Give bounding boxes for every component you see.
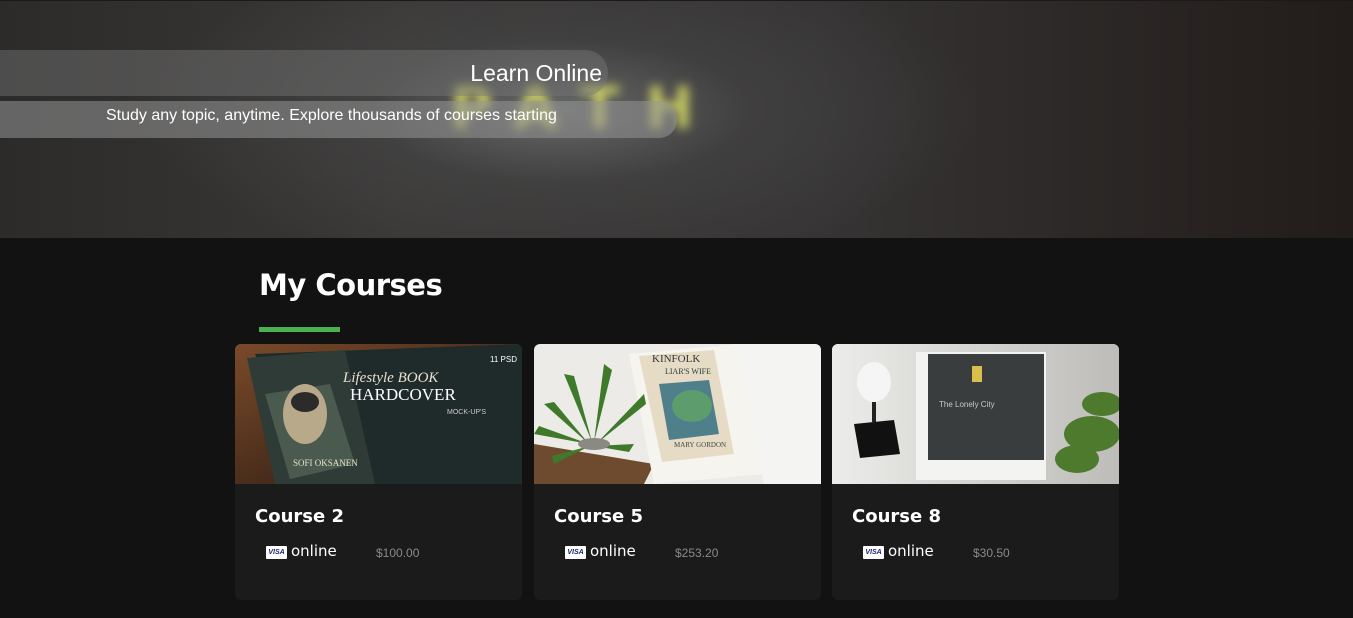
- visa-card-icon: VISA: [266, 546, 287, 559]
- course-thumbnail[interactable]: KINFOLK LIAR'S WIFE MARY GORDON: [534, 344, 821, 484]
- thumb-book-title-text: LIAR'S WIFE: [665, 367, 711, 376]
- section-title: My Courses: [259, 268, 443, 302]
- visa-card-icon: VISA: [863, 546, 884, 559]
- hero-subtitle: Study any topic, anytime. Explore thousa…: [106, 107, 557, 124]
- section-title-underline: [259, 327, 340, 332]
- thumb-author-text: MARY GORDON: [674, 441, 726, 449]
- course-mode: online: [590, 542, 636, 560]
- course-card[interactable]: KINFOLK LIAR'S WIFE MARY GORDON Course 5…: [534, 344, 821, 600]
- course-thumbnail[interactable]: The Lonely City: [832, 344, 1119, 484]
- course-price: $100.00: [376, 546, 420, 560]
- thumb-author-text: SOFI OKSANEN: [293, 458, 358, 468]
- course-price: $253.20: [675, 546, 719, 560]
- course-thumbnail[interactable]: 11 PSD Lifestyle BOOK HARDCOVER MOCK-UP'…: [235, 344, 522, 484]
- course-card[interactable]: The Lonely City Course 8 VISA online $30…: [832, 344, 1119, 600]
- course-name[interactable]: Course 2: [255, 506, 344, 527]
- course-mode: online: [291, 542, 337, 560]
- thumb-psd-text: 11 PSD: [490, 355, 517, 364]
- thumb-top-text: KINFOLK: [652, 353, 700, 365]
- visa-card-icon: VISA: [565, 546, 586, 559]
- thumb-book-title-text: The Lonely City: [939, 400, 995, 409]
- hero-banner: PATH Learn Online Study any topic, anyti…: [0, 0, 1353, 238]
- course-card[interactable]: 11 PSD Lifestyle BOOK HARDCOVER MOCK-UP'…: [235, 344, 522, 600]
- course-mode: online: [888, 542, 934, 560]
- course-name[interactable]: Course 5: [554, 506, 643, 527]
- thumb-line1-text: Lifestyle BOOK: [342, 370, 439, 386]
- thumb-line2-text: HARDCOVER: [350, 385, 456, 404]
- thumb-line3-text: MOCK-UP'S: [447, 409, 486, 416]
- hero-title: Learn Online: [470, 60, 602, 86]
- hero-title-pill: Learn Online: [0, 50, 608, 96]
- course-price: $30.50: [973, 546, 1010, 560]
- hero-subtitle-pill: Study any topic, anytime. Explore thousa…: [0, 101, 677, 138]
- course-name[interactable]: Course 8: [852, 506, 941, 527]
